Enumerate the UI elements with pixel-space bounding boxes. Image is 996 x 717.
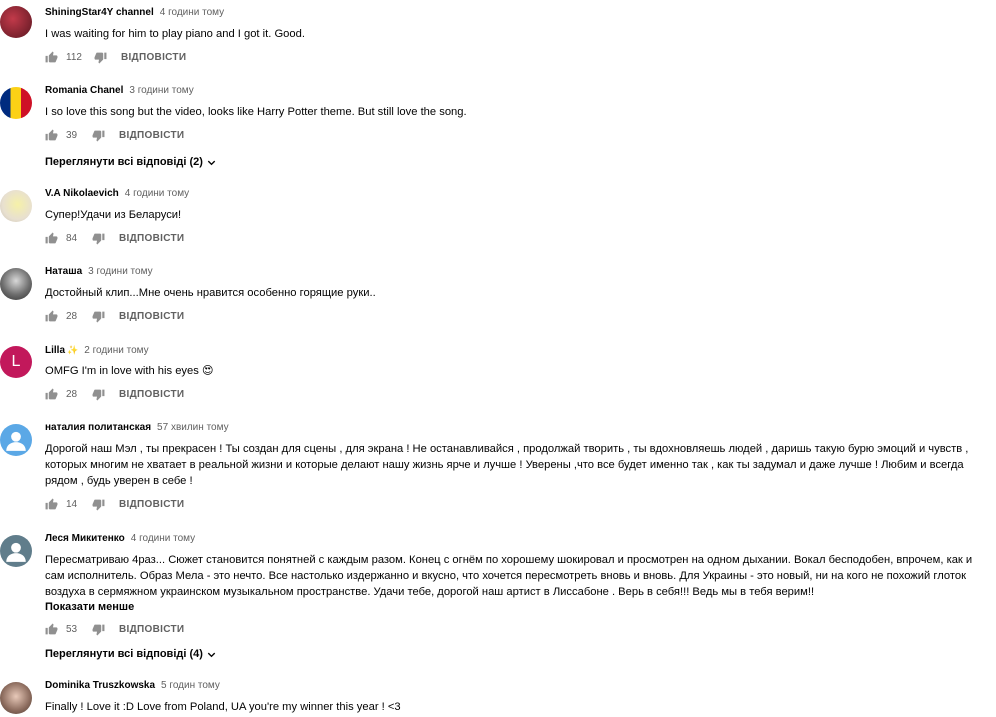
thumb-up-icon[interactable] [45,310,58,323]
comment-author[interactable]: ShiningStar4Y channel [45,7,154,18]
thumb-down-icon[interactable] [92,310,105,323]
thumb-up-icon[interactable] [45,623,58,636]
avatar[interactable] [0,190,32,222]
thumb-down-icon[interactable] [92,129,105,142]
show-less-button[interactable]: Показати менше [45,600,992,614]
comment-author[interactable]: Lilla [45,345,65,356]
avatar-initial: L [11,353,21,370]
default-user-icon [6,542,26,562]
comment-timestamp[interactable]: 3 години тому [129,85,193,96]
thumb-up-icon[interactable] [45,388,58,401]
reply-button[interactable]: ВІДПОВІСТИ [119,311,184,322]
view-replies-button[interactable]: Переглянути всі відповіді (4) [45,646,217,662]
reply-button[interactable]: ВІДПОВІСТИ [119,499,184,510]
avatar[interactable] [0,535,32,567]
like-count: 84 [66,232,78,244]
view-replies-label: Переглянути всі відповіді (2) [45,156,203,168]
like-count: 28 [66,388,78,400]
thumb-down-icon[interactable] [94,51,107,64]
view-replies-button[interactable]: Переглянути всі відповіді (2) [45,154,217,170]
comment-author[interactable]: V.A Nikolaevich [45,188,119,199]
comment-author[interactable]: наталия политанская [45,422,151,433]
like-count: 28 [66,310,78,322]
comment-timestamp[interactable]: 4 години тому [125,188,189,199]
comment-text: OMFG I'm in love with his eyes 😍 [45,365,214,377]
reply-button[interactable]: ВІДПОВІСТИ [119,130,184,141]
avatar[interactable] [0,424,32,456]
avatar[interactable] [0,6,32,38]
thumb-up-icon[interactable] [45,51,58,64]
comment-author[interactable]: Dominika Truszkowska [45,680,155,691]
comment-timestamp[interactable]: 4 години тому [131,533,195,544]
comments-feed: ShiningStar4Y channel 4 години тому I was… [0,0,996,717]
thumb-up-icon[interactable] [45,498,58,511]
comment-text: I so love this song but the video, looks… [45,106,467,118]
reply-button[interactable]: ВІДПОВІСТИ [119,389,184,400]
avatar[interactable]: L [0,346,32,378]
comment-author[interactable]: Леся Микитенко [45,533,125,544]
comment-text: I was waiting for him to play piano and … [45,28,305,40]
comment-timestamp[interactable]: 5 годин тому [161,680,220,691]
comment-text: Супер!Удачи из Беларуси! [45,209,182,221]
comment-author[interactable]: Наташа [45,266,82,277]
avatar[interactable] [0,268,32,300]
comment-author[interactable]: Romania Chanel [45,85,123,96]
comment-text: Пересматриваю 4раз... Сюжет становится п… [45,554,973,598]
like-count: 39 [66,129,78,141]
like-count: 53 [66,623,78,635]
reply-button[interactable]: ВІДПОВІСТИ [119,624,184,635]
thumb-up-icon[interactable] [45,129,58,142]
like-count: 14 [66,498,78,510]
author-badge: ✨ [67,345,79,355]
thumb-down-icon[interactable] [92,232,105,245]
view-replies-label: Переглянути всі відповіді (4) [45,648,203,660]
comment-timestamp[interactable]: 3 години тому [88,266,152,277]
chevron-down-icon [207,652,216,657]
reply-button[interactable]: ВІДПОВІСТИ [121,52,186,63]
comment-text: Finally ! Love it :D Love from Poland, U… [45,701,401,713]
thumb-down-icon[interactable] [92,498,105,511]
avatar[interactable] [0,87,32,119]
comment-timestamp[interactable]: 4 години тому [160,7,224,18]
reply-button[interactable]: ВІДПОВІСТИ [119,233,184,244]
default-user-icon [6,431,26,451]
comment-text: Достойный клип...Мне очень нравится особ… [45,287,376,299]
thumb-up-icon[interactable] [45,232,58,245]
comment-text: Дорогой наш Мэл , ты прекрасен ! Ты созд… [45,443,969,487]
avatar[interactable] [0,682,32,714]
comment-timestamp[interactable]: 2 години тому [84,345,148,356]
like-count: 112 [66,51,82,63]
chevron-down-icon [207,160,216,165]
thumb-down-icon[interactable] [92,623,105,636]
thumb-down-icon[interactable] [92,388,105,401]
comment-timestamp[interactable]: 57 хвилин тому [157,422,229,433]
